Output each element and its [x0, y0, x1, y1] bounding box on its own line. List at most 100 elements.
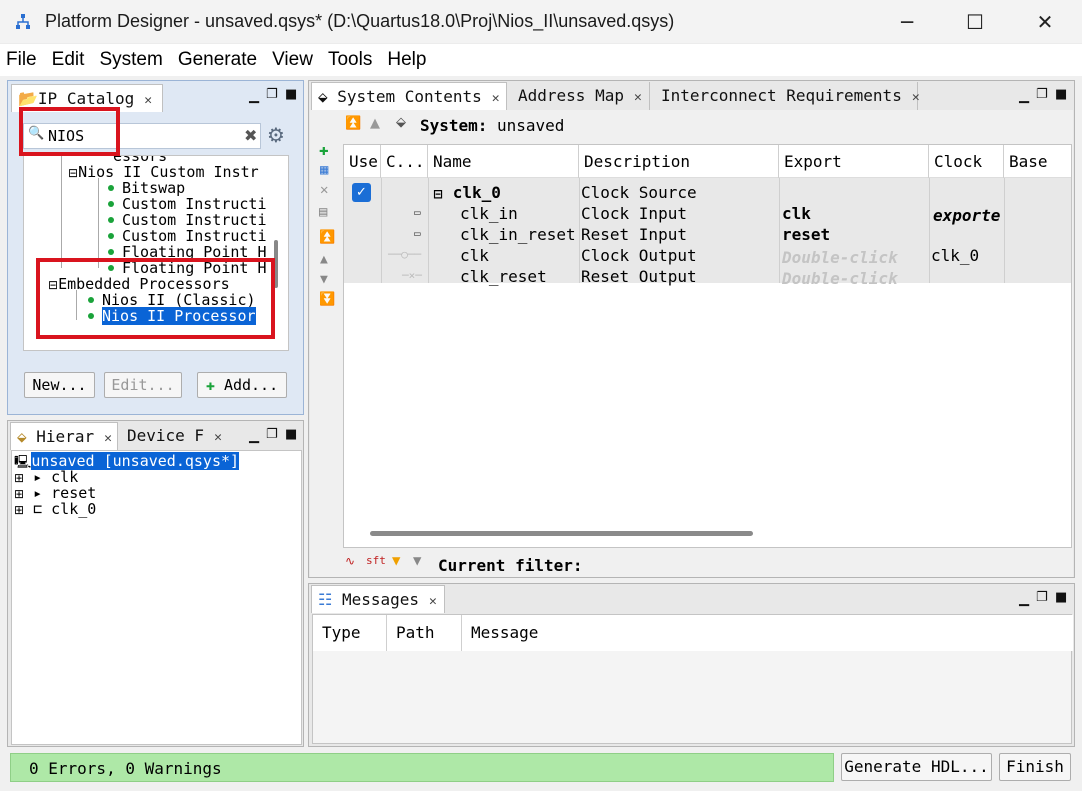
- menu-view[interactable]: View: [272, 49, 313, 70]
- row-export[interactable]: clk: [782, 204, 811, 224]
- expand-icon[interactable]: ⊞: [14, 503, 24, 517]
- close-tab-icon[interactable]: ✕: [912, 90, 920, 105]
- move-up-icon[interactable]: ▲: [320, 252, 328, 267]
- minimize-view-icon[interactable]: ▁: [249, 429, 259, 444]
- hierarchy-item-clk0[interactable]: ⊞ ⊏ clk_0: [14, 501, 96, 518]
- current-filter-label: Current filter:: [438, 556, 583, 575]
- move-bottom-icon[interactable]: ⏬: [319, 292, 335, 307]
- column-description[interactable]: Description: [579, 145, 779, 178]
- tree-item[interactable]: Custom Instructi: [108, 212, 267, 228]
- restore-view-icon[interactable]: ❐: [266, 87, 278, 102]
- edit-icon[interactable]: ▤: [319, 204, 327, 220]
- menu-help[interactable]: Help: [387, 49, 426, 70]
- maximize-button[interactable]: ☐: [953, 8, 997, 36]
- row-clock[interactable]: exporte: [933, 206, 1000, 226]
- tree-item[interactable]: Custom Instructi: [108, 228, 267, 244]
- row-description: Clock Input: [581, 204, 687, 223]
- expand-icon[interactable]: ⊞: [14, 487, 24, 501]
- move-down-icon[interactable]: ▼: [320, 272, 328, 287]
- minimize-button[interactable]: ─: [885, 8, 929, 36]
- column-path[interactable]: Path: [387, 615, 462, 651]
- new-button[interactable]: New...: [24, 372, 95, 398]
- status-bar: 0 Errors, 0 Warnings: [10, 753, 834, 782]
- menu-tools[interactable]: Tools: [328, 49, 372, 70]
- maximize-view-icon[interactable]: ■: [1055, 590, 1067, 605]
- column-use[interactable]: Use: [344, 145, 381, 178]
- column-connections[interactable]: C...: [381, 145, 428, 178]
- move-top-icon[interactable]: ⏫: [319, 230, 335, 245]
- column-export[interactable]: Export: [779, 145, 929, 178]
- tree-item[interactable]: Bitswap: [108, 180, 185, 196]
- tab-system-contents[interactable]: ⬙ System Contents ✕: [311, 82, 507, 110]
- remove-icon[interactable]: ✕: [320, 182, 328, 198]
- maximize-view-icon[interactable]: ■: [285, 87, 297, 102]
- restore-view-icon[interactable]: ❐: [1036, 87, 1048, 102]
- processor-highlight-box: [36, 258, 275, 339]
- minimize-view-icon[interactable]: ▁: [249, 89, 259, 104]
- row-name[interactable]: clk: [460, 246, 489, 266]
- search-highlight-box: [19, 107, 120, 156]
- settings-icon[interactable]: ⚙: [267, 124, 289, 146]
- move-up-icon[interactable]: ▲: [370, 116, 380, 131]
- collapse-icon[interactable]: ⊟: [433, 187, 443, 201]
- horizontal-scrollbar[interactable]: [370, 531, 753, 536]
- app-icon: [14, 13, 32, 31]
- close-tab-icon[interactable]: ✕: [634, 90, 642, 105]
- clear-search-icon[interactable]: ✖: [244, 126, 257, 145]
- close-tab-icon[interactable]: ✕: [104, 431, 112, 446]
- restore-view-icon[interactable]: ❐: [1036, 590, 1048, 605]
- minimize-view-icon[interactable]: ▁: [1019, 592, 1029, 607]
- row-export[interactable]: reset: [782, 225, 830, 245]
- tab-messages[interactable]: ☷ Messages ✕: [311, 585, 445, 613]
- maximize-view-icon[interactable]: ■: [285, 427, 297, 442]
- component-icon: ⊏: [33, 500, 43, 518]
- row-export[interactable]: Double-click: [782, 248, 898, 268]
- maximize-view-icon[interactable]: ■: [1055, 87, 1067, 102]
- tab-device-family[interactable]: Device F ✕: [121, 422, 222, 450]
- collapse-icon[interactable]: ⊟: [68, 166, 78, 180]
- column-message[interactable]: Message: [462, 615, 1073, 651]
- row-description: Clock Output: [581, 246, 697, 265]
- messages-panel: ☷ Messages ✕ ▁ ❐ ■ Type Path Message: [308, 583, 1075, 747]
- restore-view-icon[interactable]: ❐: [266, 427, 278, 442]
- column-clock[interactable]: Clock: [929, 145, 1004, 178]
- column-base[interactable]: Base: [1004, 145, 1071, 178]
- generate-hdl-button[interactable]: Generate HDL...: [841, 753, 992, 781]
- use-checkbox[interactable]: ✓: [352, 183, 371, 202]
- row-name[interactable]: clk_in_reset: [460, 225, 576, 245]
- tree-item[interactable]: Custom Instructi: [108, 196, 267, 212]
- add-link-icon[interactable]: ▦: [320, 162, 328, 178]
- close-tab-icon[interactable]: ✕: [492, 91, 500, 106]
- column-name[interactable]: Name: [428, 145, 579, 178]
- row-clock[interactable]: clk_0: [931, 246, 979, 266]
- row-name[interactable]: clk_reset: [460, 267, 547, 287]
- close-tab-icon[interactable]: ✕: [214, 430, 222, 445]
- close-button[interactable]: ✕: [1023, 8, 1067, 36]
- clear-filter-icon[interactable]: ▼: [413, 553, 421, 569]
- system-contents-icon: ⬙: [318, 87, 328, 106]
- tab-hierarchy[interactable]: ⬙ Hierar ✕: [10, 422, 118, 450]
- filter-sft-icon[interactable]: sft: [366, 554, 386, 567]
- filter-icon[interactable]: ▼: [392, 553, 400, 569]
- tab-address-map[interactable]: Address Map ✕: [512, 82, 650, 110]
- edit-button[interactable]: Edit...: [104, 372, 182, 398]
- add-component-icon[interactable]: ✚: [319, 140, 329, 159]
- close-tab-icon[interactable]: ✕: [429, 594, 437, 609]
- row-name[interactable]: clk_in: [460, 204, 518, 224]
- table-row[interactable]: ⊟ clk_0: [433, 183, 501, 204]
- menu-file[interactable]: File: [6, 49, 37, 70]
- expand-icon[interactable]: ⊞: [14, 471, 24, 485]
- row-export[interactable]: Double-click: [782, 269, 898, 289]
- close-tab-icon[interactable]: ✕: [144, 93, 152, 108]
- filter-waveform-icon[interactable]: ∿: [345, 554, 355, 568]
- tab-interconnect[interactable]: Interconnect Requirements ✕: [655, 82, 920, 110]
- menu-edit[interactable]: Edit: [52, 49, 85, 70]
- finish-button[interactable]: Finish: [999, 753, 1071, 781]
- minimize-view-icon[interactable]: ▁: [1019, 89, 1029, 104]
- column-type[interactable]: Type: [313, 615, 387, 651]
- add-button[interactable]: ✚ Add...: [197, 372, 287, 398]
- system-contents-panel: ⬙ System Contents ✕ Address Map ✕ Intercon…: [308, 80, 1075, 578]
- menu-generate[interactable]: Generate: [178, 49, 257, 70]
- move-top-icon[interactable]: ⏫: [345, 116, 361, 131]
- menu-system[interactable]: System: [99, 49, 162, 70]
